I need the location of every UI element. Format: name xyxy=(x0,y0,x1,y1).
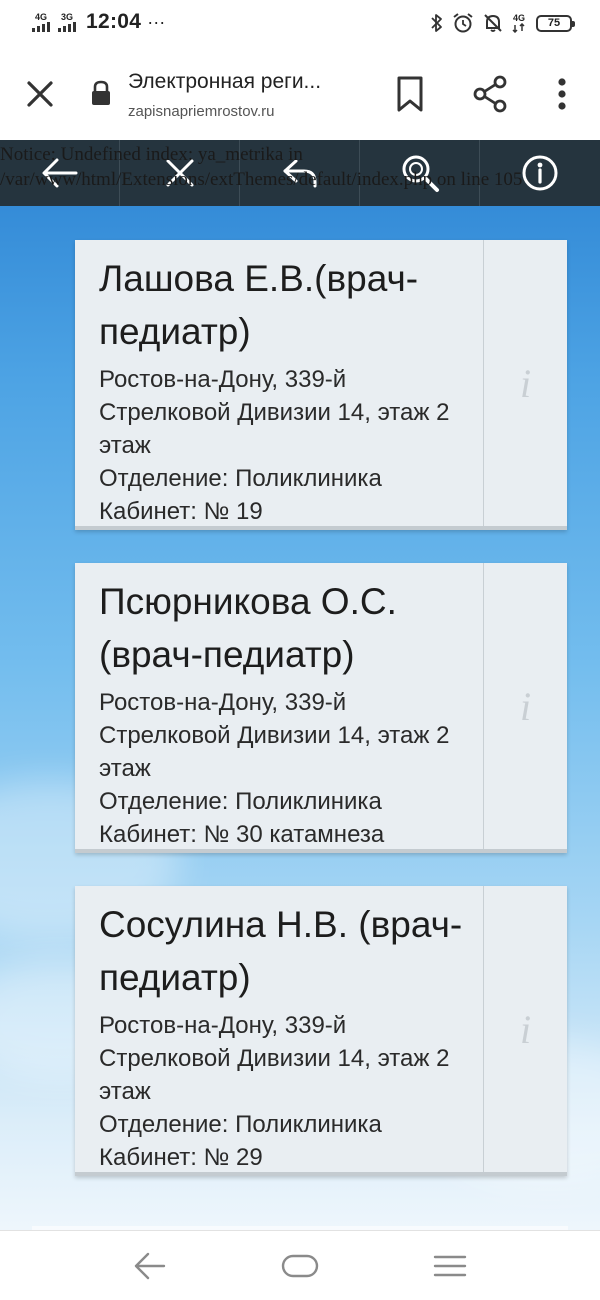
toolbar-search-button[interactable] xyxy=(360,140,480,206)
mute-bell-icon xyxy=(484,14,502,32)
system-nav-bar xyxy=(0,1230,600,1300)
toolbar-back-button[interactable] xyxy=(0,140,120,206)
network-type-label: 4G xyxy=(512,12,525,23)
search-icon xyxy=(402,155,439,192)
lock-icon xyxy=(92,80,110,105)
toolbar-undo-button[interactable] xyxy=(240,140,360,206)
doctor-address: Ростов-на-Дону, 339-й Стрелковой Дивизии… xyxy=(99,366,450,459)
doctor-department: Отделение: Поликлиника xyxy=(99,788,382,815)
doctor-info-button[interactable]: i xyxy=(483,240,567,526)
doctor-info-button[interactable]: i xyxy=(483,886,567,1172)
nav-menu-icon[interactable] xyxy=(432,1251,468,1281)
more-vert-icon[interactable] xyxy=(548,74,576,114)
back-arrow-icon xyxy=(42,158,77,188)
doctor-card[interactable]: Псюрникова О.С. (врач-педиатр) Ростов-на… xyxy=(75,563,567,853)
bookmark-icon[interactable] xyxy=(392,74,428,114)
signal-icon: 4G xyxy=(512,12,526,33)
battery-indicator: 75 xyxy=(536,14,575,32)
toolbar-close-button[interactable] xyxy=(120,140,240,206)
alarm-icon xyxy=(453,13,473,33)
doctor-address: Ростов-на-Дону, 339-й Стрелковой Дивизии… xyxy=(99,689,450,782)
more-notifications-icon: ··· xyxy=(147,11,166,32)
doctor-card-body[interactable]: Псюрникова О.С. (врач-педиатр) Ростов-на… xyxy=(75,563,483,849)
info-icon xyxy=(522,155,558,191)
toolbar-info-button[interactable] xyxy=(480,140,600,206)
undo-icon xyxy=(283,159,316,188)
doctor-department: Отделение: Поликлиника xyxy=(99,465,382,492)
signal-icon: 4G xyxy=(32,11,50,32)
doctor-room: Кабинет: № 30 катамнеза xyxy=(99,821,385,848)
page-url[interactable]: zapisnapriemrostov.ru xyxy=(128,103,274,120)
network-type-label: 3G xyxy=(60,11,73,22)
share-icon[interactable] xyxy=(470,74,510,114)
status-bar: 4G 3G 12:04 ··· 4G 75 xyxy=(0,0,600,46)
doctor-room: Кабинет: № 29 xyxy=(99,1144,263,1171)
status-right: 4G 75 xyxy=(430,12,575,34)
browser-bar: Электронная реги... zapisnapriemrostov.r… xyxy=(0,46,600,140)
doctor-card-body[interactable]: Сосулина Н.В. (врач-педиатр) Ростов-на-Д… xyxy=(75,886,483,1172)
network-type-label: 4G xyxy=(34,11,47,22)
web-page: Notice: Undefined index: ya_metrika in /… xyxy=(0,140,600,1230)
page-title[interactable]: Электронная реги... xyxy=(128,70,321,94)
bluetooth-icon xyxy=(431,14,442,32)
doctor-card[interactable]: Сосулина Н.В. (врач-педиатр) Ростов-на-Д… xyxy=(75,886,567,1176)
site-toolbar xyxy=(0,140,600,206)
doctor-card[interactable]: Лашова Е.В.(врач-педиатр) Ростов-на-Дону… xyxy=(75,240,567,530)
doctor-address: Ростов-на-Дону, 339-й Стрелковой Дивизии… xyxy=(99,1012,450,1105)
signal-icon: 3G xyxy=(58,11,76,32)
nav-back-icon[interactable] xyxy=(132,1249,168,1283)
doctor-department: Отделение: Поликлиника xyxy=(99,1111,382,1138)
doctor-info-button[interactable]: i xyxy=(483,563,567,849)
doctor-name: Сосулина Н.В. (врач-педиатр) xyxy=(99,904,463,998)
clock: 12:04 xyxy=(86,10,142,33)
close-tab-icon[interactable] xyxy=(20,74,60,114)
doctor-card-body[interactable]: Лашова Е.В.(врач-педиатр) Ростов-на-Дону… xyxy=(75,240,483,526)
doctor-name: Лашова Е.В.(врач-педиатр) xyxy=(99,258,419,352)
status-left: 4G 3G 12:04 ··· xyxy=(32,10,165,34)
doctor-room: Кабинет: № 19 xyxy=(99,498,263,525)
nav-home-icon[interactable] xyxy=(280,1251,320,1281)
close-icon xyxy=(166,159,193,187)
doctor-name: Псюрникова О.С. (врач-педиатр) xyxy=(99,581,397,675)
